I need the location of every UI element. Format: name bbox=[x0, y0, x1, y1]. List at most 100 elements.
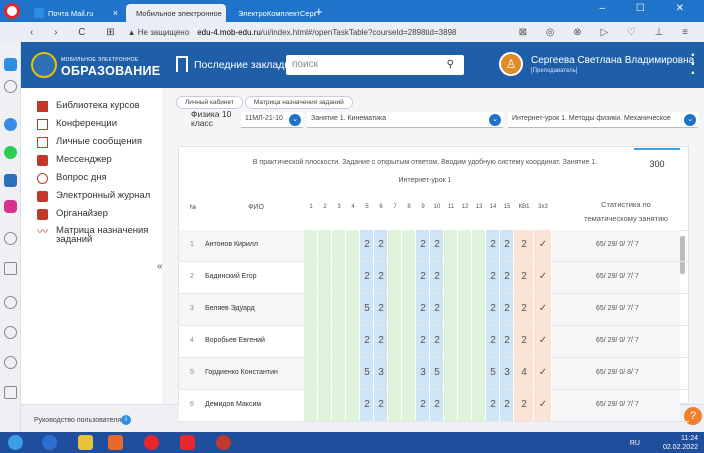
task-cell[interactable] bbox=[304, 230, 318, 262]
task-cell[interactable] bbox=[332, 294, 346, 326]
grade-value[interactable]: 5 bbox=[361, 367, 373, 378]
navigation-buttons[interactable]: ‹ › C ⊞ bbox=[30, 27, 124, 38]
task-cell[interactable] bbox=[472, 390, 486, 422]
task-cell[interactable] bbox=[444, 358, 458, 390]
task-cell[interactable] bbox=[304, 326, 318, 358]
url-field[interactable]: edu-4.mob-edu.ru/ui/index.html#/openTask… bbox=[197, 28, 456, 37]
tab-electrokomplekt[interactable]: ЭлектроКомплектСервис× bbox=[228, 4, 316, 22]
task-cell[interactable] bbox=[472, 358, 486, 390]
student-name[interactable]: Антонов Кирилл bbox=[205, 241, 258, 248]
clock-icon[interactable] bbox=[4, 326, 17, 339]
task-cell[interactable] bbox=[444, 262, 458, 294]
task-cell[interactable] bbox=[458, 230, 472, 262]
task-cell[interactable] bbox=[458, 294, 472, 326]
grade-value[interactable]: 2 bbox=[375, 335, 387, 346]
task-cell[interactable] bbox=[318, 358, 332, 390]
task-cell[interactable] bbox=[402, 390, 416, 422]
col-header-task[interactable]: 10 bbox=[430, 204, 444, 210]
task-cell[interactable] bbox=[346, 262, 360, 294]
task-cell[interactable] bbox=[304, 390, 318, 422]
grade-value[interactable]: 2 bbox=[518, 399, 530, 410]
user-guide-link[interactable]: Руководство пользователя bbox=[34, 417, 121, 424]
grade-value[interactable]: 2 bbox=[518, 335, 530, 346]
task-cell[interactable] bbox=[458, 358, 472, 390]
col-header-task[interactable]: 15 bbox=[500, 204, 514, 210]
grade-value[interactable]: 2 bbox=[487, 335, 499, 346]
task-cell[interactable] bbox=[472, 230, 486, 262]
grade-value[interactable]: 5 bbox=[361, 303, 373, 314]
grade-value[interactable]: 2 bbox=[375, 271, 387, 282]
security-indicator[interactable]: ▲ Не защищено bbox=[128, 28, 190, 37]
grade-value[interactable]: 2 bbox=[518, 303, 530, 314]
logo-title[interactable]: ОБРАЗОВАНИЕ bbox=[61, 64, 160, 78]
task-cell[interactable] bbox=[332, 326, 346, 358]
task-cell[interactable] bbox=[402, 262, 416, 294]
task-cell[interactable] bbox=[346, 230, 360, 262]
new-tab-button[interactable]: + bbox=[315, 4, 323, 19]
task-cell[interactable] bbox=[458, 390, 472, 422]
grade-value[interactable]: 4 bbox=[518, 367, 530, 378]
grade-value[interactable]: 2 bbox=[487, 399, 499, 410]
yandex-browser-taskbar-icon[interactable] bbox=[216, 435, 231, 450]
start-button-icon[interactable] bbox=[8, 435, 23, 450]
chevron-down-icon[interactable]: ⌄ bbox=[289, 114, 301, 126]
check-icon[interactable]: ✓ bbox=[537, 239, 549, 250]
grade-value[interactable]: 2 bbox=[501, 271, 513, 282]
col-header-task[interactable]: 11 bbox=[444, 204, 458, 210]
search-input[interactable]: поиск ⚲ bbox=[286, 55, 464, 75]
col-header-task[interactable]: 6 bbox=[374, 204, 388, 210]
task-cell[interactable] bbox=[444, 326, 458, 358]
window-controls[interactable]: ‒ ☐ ✕ bbox=[600, 3, 698, 14]
task-cell[interactable] bbox=[346, 326, 360, 358]
task-cell[interactable] bbox=[318, 294, 332, 326]
task-cell[interactable] bbox=[332, 230, 346, 262]
col-header-task[interactable]: 2 bbox=[318, 204, 332, 210]
col-header-task[interactable]: 14 bbox=[486, 204, 500, 210]
language-indicator[interactable]: RU bbox=[630, 440, 640, 447]
task-cell[interactable] bbox=[472, 294, 486, 326]
col-header-task[interactable]: 13 bbox=[472, 204, 486, 210]
user-name[interactable]: Сергеева Светлана Владимировна bbox=[531, 55, 694, 66]
task-cell[interactable] bbox=[332, 358, 346, 390]
sidebar-item-organizer[interactable]: Органайзер bbox=[37, 208, 108, 220]
player-icon[interactable] bbox=[4, 262, 17, 275]
grade-value[interactable]: 2 bbox=[375, 303, 387, 314]
sidebar-item-conferences[interactable]: Конференции bbox=[37, 118, 117, 130]
task-cell[interactable] bbox=[388, 230, 402, 262]
browser-taskbar-icon[interactable] bbox=[42, 435, 57, 450]
grade-value[interactable]: 2 bbox=[361, 239, 373, 250]
task-cell[interactable] bbox=[332, 262, 346, 294]
student-name[interactable]: Гордиенко Константин bbox=[205, 369, 278, 376]
history-icon[interactable] bbox=[4, 232, 17, 245]
grade-value[interactable]: 2 bbox=[431, 335, 443, 346]
grade-value[interactable]: 2 bbox=[417, 303, 429, 314]
media-taskbar-icon[interactable] bbox=[108, 435, 123, 450]
grade-value[interactable]: 2 bbox=[361, 335, 373, 346]
task-cell[interactable] bbox=[332, 390, 346, 422]
search-icon[interactable]: ⚲ bbox=[447, 59, 454, 70]
sidebar-item-library[interactable]: Библиотека курсов bbox=[37, 100, 140, 112]
col-header-task[interactable]: 1 bbox=[304, 204, 318, 210]
bookmark-icon[interactable] bbox=[176, 56, 188, 72]
grade-value[interactable]: 3 bbox=[375, 367, 387, 378]
grade-value[interactable]: 3 bbox=[417, 367, 429, 378]
grade-value[interactable]: 2 bbox=[501, 239, 513, 250]
whatsapp-icon[interactable] bbox=[4, 146, 17, 159]
task-cell[interactable] bbox=[318, 262, 332, 294]
task-cell[interactable] bbox=[318, 390, 332, 422]
task-cell[interactable] bbox=[346, 390, 360, 422]
task-cell[interactable] bbox=[304, 262, 318, 294]
grade-value[interactable]: 3 bbox=[501, 367, 513, 378]
help-button[interactable]: ? bbox=[684, 407, 702, 425]
grade-value[interactable]: 5 bbox=[431, 367, 443, 378]
task-cell[interactable] bbox=[444, 230, 458, 262]
grade-value[interactable]: 2 bbox=[417, 335, 429, 346]
task-cell[interactable] bbox=[402, 358, 416, 390]
grade-value[interactable]: 2 bbox=[518, 239, 530, 250]
sidebar-item-messenger[interactable]: Мессенджер bbox=[37, 154, 112, 166]
task-cell[interactable] bbox=[388, 326, 402, 358]
grade-value[interactable]: 2 bbox=[501, 399, 513, 410]
grade-value[interactable]: 2 bbox=[431, 399, 443, 410]
clock[interactable]: 11:24 02.02.2022 bbox=[663, 435, 698, 451]
task-cell[interactable] bbox=[304, 358, 318, 390]
